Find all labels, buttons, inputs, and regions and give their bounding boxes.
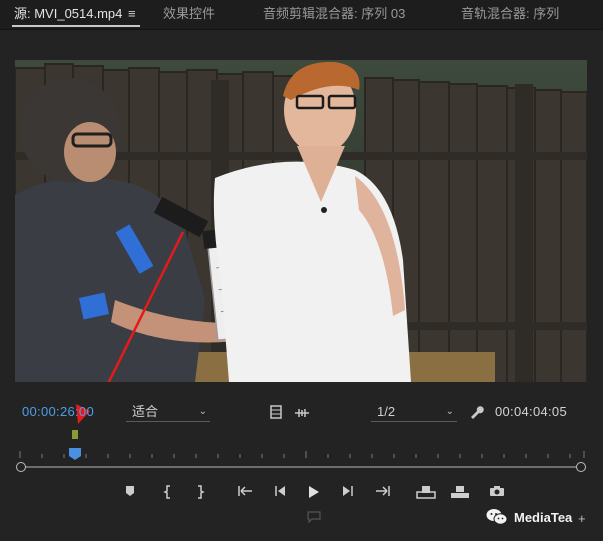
annotation-arrowhead — [76, 404, 90, 424]
watermark-text: MediaTea — [514, 509, 573, 525]
panel-tab-bar: 源: MVI_0514.mp4 ≡ 效果控件 音频剪辑混合器: 序列 03 音轨… — [0, 0, 603, 30]
duration-timecode: 00:04:04:05 — [495, 404, 567, 419]
overwrite-icon — [451, 486, 469, 498]
tab-audio-track-mixer[interactable]: 音轨混合器: 序列 — [461, 0, 603, 30]
zoom-fit-value: 适合 — [132, 404, 159, 419]
play-button[interactable] — [306, 485, 322, 501]
go-to-out-icon — [376, 486, 390, 496]
in-point-marker[interactable] — [72, 430, 78, 439]
go-to-in-icon — [238, 486, 252, 496]
step-back-icon — [275, 486, 285, 496]
export-frame-icon — [490, 486, 504, 496]
zoom-handle-left[interactable] — [16, 462, 26, 472]
zoom-fit-dropdown[interactable]: 适合 ⌄ — [126, 404, 210, 422]
overwrite-button[interactable] — [450, 485, 470, 501]
add-marker-icon — [126, 486, 134, 496]
add-marker-button[interactable] — [122, 485, 138, 501]
safe-margins-icon[interactable] — [270, 405, 282, 422]
step-forward-icon — [343, 486, 353, 496]
playback-resolution-value: 1/2 — [377, 404, 396, 419]
mark-in-button[interactable] — [160, 485, 176, 501]
go-to-in-button[interactable] — [236, 485, 254, 501]
tab-audio-clip-mixer[interactable]: 音频剪辑混合器: 序列 03 — [263, 0, 405, 30]
zoom-scroll-bar[interactable] — [22, 466, 580, 468]
playhead[interactable] — [69, 448, 81, 460]
wechat-icon — [486, 509, 508, 525]
mark-out-button[interactable] — [192, 485, 208, 501]
go-to-out-button[interactable] — [374, 485, 392, 501]
step-forward-button[interactable] — [340, 485, 356, 501]
time-ruler[interactable] — [18, 449, 586, 459]
insert-icon — [416, 486, 436, 499]
export-frame-button[interactable] — [488, 485, 506, 501]
zoom-handle-right[interactable] — [576, 462, 586, 472]
step-back-button[interactable] — [272, 485, 288, 501]
active-tab-indicator — [12, 25, 140, 27]
panel-menu-icon[interactable]: ≡ — [128, 0, 136, 28]
video-frame-image — [15, 60, 587, 382]
watermark: MediaTea — [486, 505, 572, 529]
playback-resolution-dropdown[interactable]: 1/2 ⌄ — [371, 404, 457, 422]
mark-in-icon — [163, 485, 170, 499]
current-timecode[interactable]: 00:00:26:00 — [22, 404, 94, 419]
play-icon — [309, 486, 319, 498]
mark-out-icon — [198, 485, 205, 499]
drag-video-audio-icon[interactable] — [294, 407, 310, 421]
source-video-frame[interactable] — [15, 60, 587, 382]
chevron-down-icon: ⌄ — [445, 406, 454, 417]
chevron-down-icon: ⌄ — [198, 406, 207, 417]
wrench-icon[interactable] — [468, 404, 484, 423]
insert-button[interactable] — [416, 485, 436, 501]
add-button-icon[interactable]: + — [578, 512, 586, 526]
tab-effect-controls[interactable]: 效果控件 — [163, 0, 215, 30]
comment-icon[interactable] — [307, 511, 321, 523]
